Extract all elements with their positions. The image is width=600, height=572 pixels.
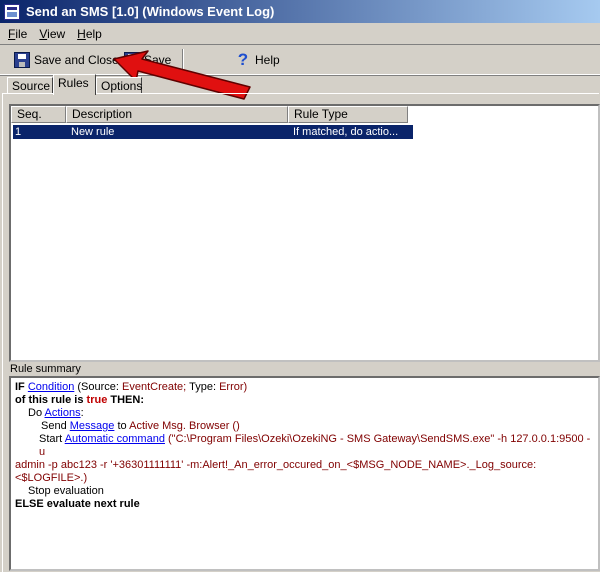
row-description: New rule [71, 126, 115, 138]
type-label: Type: [189, 381, 216, 393]
app-icon [4, 3, 20, 20]
menu-file[interactable]: File [8, 27, 27, 41]
save-close-label: Save and Close [34, 53, 119, 67]
tab-source[interactable]: Source [7, 77, 53, 94]
do-label: Do [28, 407, 43, 419]
window-title: Send an SMS [1.0] (Windows Event Log) [26, 4, 275, 19]
to-label: to [117, 420, 127, 432]
actions-colon: : [80, 407, 84, 419]
summary-then-line: of this rule is true THEN: [15, 394, 594, 407]
save-and-close-button[interactable]: Save and Close [14, 50, 119, 70]
title-bar: Send an SMS [1.0] (Windows Event Log) [0, 0, 600, 23]
send-label: Send [41, 420, 67, 432]
rule-summary-label: Rule summary [10, 363, 81, 375]
of-rule-keyword: of this rule is [15, 394, 84, 406]
summary-command-continued: admin -p abc123 -r '+36301111111' -m:Ale… [15, 459, 537, 484]
help-label: Help [255, 53, 280, 67]
summary-send-line: Send Message to Active Msg. Browser () [15, 420, 594, 433]
source-value: EventCreate; [122, 381, 187, 393]
if-keyword: IF [15, 381, 25, 393]
column-rule-type[interactable]: Rule Type [288, 106, 408, 123]
rules-list[interactable]: Seq. Description Rule Type 1 New rule If… [9, 104, 600, 362]
summary-if-line: IF Condition (Source: EventCreate; Type:… [15, 381, 594, 394]
menu-bar: File View Help [0, 24, 600, 43]
column-description[interactable]: Description [66, 106, 288, 123]
condition-link[interactable]: Condition [28, 381, 74, 393]
summary-do-line: Do Actions: [15, 407, 594, 420]
start-label: Start [39, 433, 63, 445]
rules-list-header: Seq. Description Rule Type [11, 106, 598, 123]
table-row[interactable]: 1 New rule If matched, do actio... [13, 125, 413, 139]
toolbar: Save and Close Save ? Help [0, 44, 600, 75]
type-value: Error) [219, 381, 248, 393]
summary-start-line: Start Automatic command ("C:\Program Fil… [15, 433, 594, 459]
menu-view[interactable]: View [39, 27, 65, 41]
rule-summary-panel: IF Condition (Source: EventCreate; Type:… [9, 376, 600, 571]
row-rule-type: If matched, do actio... [293, 126, 399, 138]
row-seq: 1 [15, 126, 22, 138]
summary-else-line: ELSE evaluate next rule [15, 498, 140, 510]
tab-rules[interactable]: Rules [53, 74, 96, 95]
column-seq[interactable]: Seq. [11, 106, 66, 123]
actions-link[interactable]: Actions [45, 407, 81, 419]
automatic-command-link[interactable]: Automatic command [65, 433, 165, 445]
true-keyword: true [86, 394, 108, 406]
tab-options[interactable]: Options [96, 77, 142, 94]
send-target: Active Msg. Browser () [129, 420, 240, 432]
menu-help[interactable]: Help [77, 27, 102, 41]
then-keyword: THEN: [110, 394, 144, 406]
source-label: (Source: [77, 381, 119, 393]
tab-strip: Source Rules Options [0, 74, 600, 95]
summary-stop-line: Stop evaluation [28, 485, 104, 497]
save-close-icon [14, 52, 30, 68]
message-link[interactable]: Message [70, 420, 115, 432]
